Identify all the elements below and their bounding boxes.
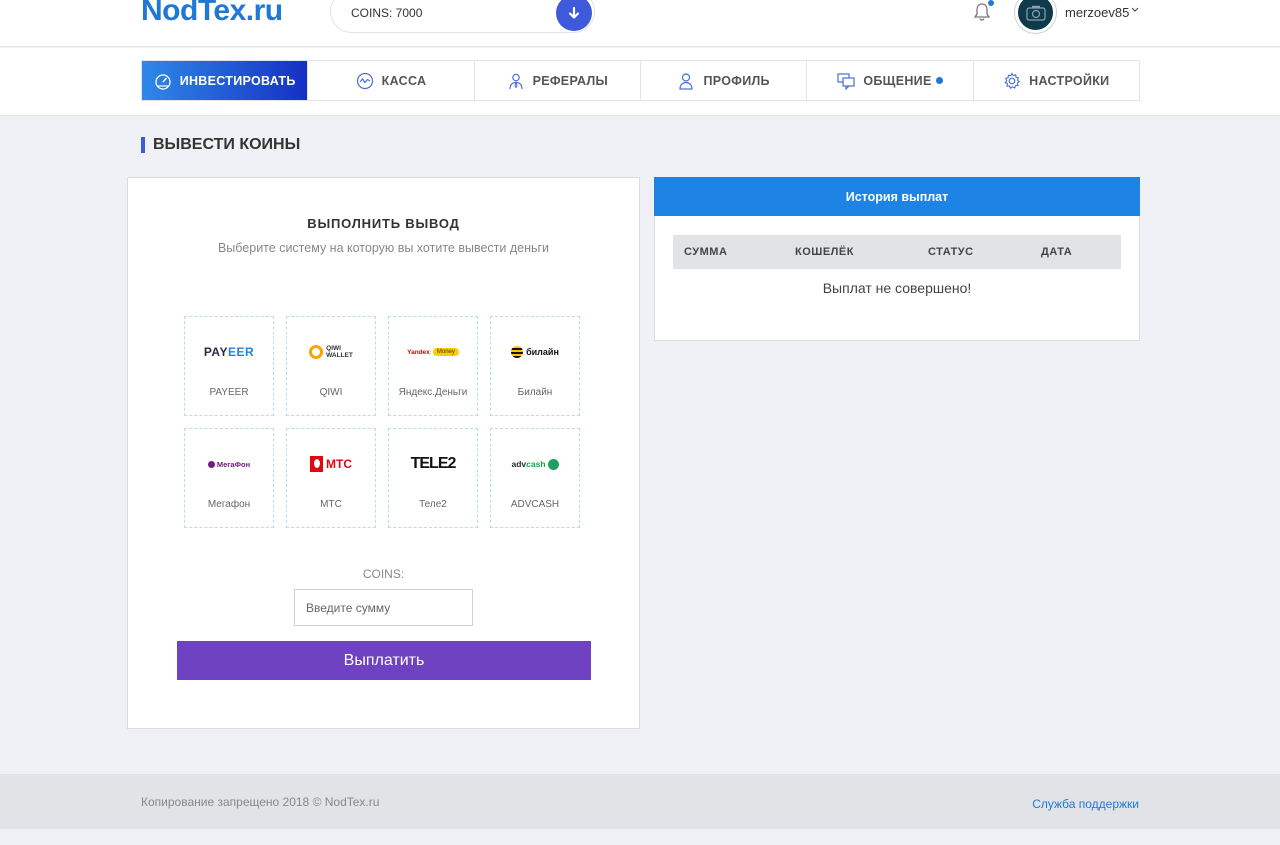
- chevron-down-icon[interactable]: [1131, 7, 1139, 13]
- payment-option-label: МТС: [320, 499, 342, 510]
- nav-item-label: КАССА: [381, 73, 427, 88]
- mts-logo: МТС: [287, 451, 375, 477]
- payment-option-payeer[interactable]: PAYEER PAYEER: [184, 316, 274, 416]
- avatar[interactable]: [1015, 0, 1056, 33]
- nav-item-invest[interactable]: ИНВЕСТИРОВАТЬ: [142, 61, 309, 100]
- column-header-date: ДАТА: [1041, 246, 1073, 258]
- history-title: История выплат: [654, 177, 1140, 216]
- site-logo[interactable]: NodTex.ru: [141, 0, 283, 28]
- column-header-amount: СУММА: [684, 246, 728, 258]
- payment-option-label: Мегафон: [207, 499, 251, 510]
- payment-option-advcash[interactable]: advcash ADVCASH: [490, 428, 580, 528]
- payment-option-label: Яндекс.Деньги: [398, 387, 468, 398]
- coins-balance: COINS: 7000: [330, 0, 595, 33]
- nav-item-label: РЕФЕРАЛЫ: [532, 73, 609, 88]
- arrow-down-icon: [568, 6, 580, 19]
- nav-item-profile[interactable]: ПРОФИЛЬ: [641, 61, 808, 100]
- main-nav: ИНВЕСТИРОВАТЬ КАССА РЕФЕРАЛЫ ПРОФИЛЬ ОБЩ…: [141, 60, 1140, 101]
- withdraw-subtitle: Выберите систему на которую вы хотите вы…: [217, 241, 550, 255]
- payment-option-mts[interactable]: МТС МТС: [286, 428, 376, 528]
- coins-balance-text: COINS: 7000: [351, 6, 423, 20]
- copyright-text: Копирование запрещено 2018 © NodTex.ru: [141, 795, 380, 809]
- user-tie-icon: [508, 73, 523, 89]
- page-title: ВЫВЕСТИ КОИНЫ: [141, 137, 300, 153]
- nav-item-settings[interactable]: НАСТРОЙКИ: [974, 61, 1139, 100]
- withdraw-card: ВЫПОЛНИТЬ ВЫВОД Выберите систему на кото…: [127, 177, 640, 729]
- nav-item-label: ИНВЕСТИРОВАТЬ: [179, 73, 296, 88]
- qiwi-logo: QIWI WALLET: [287, 339, 375, 365]
- history-table-header: СУММА КОШЕЛЁК СТАТУС ДАТА: [673, 235, 1121, 269]
- nav-item-kassa[interactable]: КАССА: [308, 61, 475, 100]
- deposit-button[interactable]: [556, 0, 592, 31]
- payment-systems-grid: PAYEER PAYEER QIWI WALLET QIWI Yandex Mon…: [184, 316, 582, 528]
- tele2-logo: TELE2: [410, 455, 457, 472]
- history-empty-message: Выплат не совершено!: [822, 280, 972, 296]
- yandex-money-logo: Yandex Money: [389, 339, 477, 365]
- payment-option-qiwi[interactable]: QIWI WALLET QIWI: [286, 316, 376, 416]
- user-icon: [679, 72, 694, 90]
- payout-history-card: История выплат СУММА КОШЕЛЁК СТАТУС ДАТА…: [654, 177, 1140, 341]
- submit-withdraw-button[interactable]: Выплатить: [177, 641, 591, 680]
- payment-option-label: Билайн: [517, 387, 553, 398]
- nav-item-chat[interactable]: ОБЩЕНИЕ: [807, 61, 974, 100]
- column-header-wallet: КОШЕЛЁК: [795, 246, 854, 258]
- chat-icon: [837, 72, 855, 90]
- megafon-logo: МегаФон: [185, 451, 273, 477]
- payment-option-label: Теле2: [419, 499, 447, 510]
- payment-option-megafon[interactable]: МегаФон Мегафон: [184, 428, 274, 528]
- payment-option-yandex[interactable]: Yandex Money Яндекс.Деньги: [388, 316, 478, 416]
- gear-icon: [1004, 71, 1021, 89]
- footer: Копирование запрещено 2018 © NodTex.ru С…: [0, 774, 1280, 829]
- chart-wave-icon: [356, 72, 373, 89]
- advcash-logo: advcash: [491, 451, 579, 477]
- payment-option-label: QIWI: [319, 387, 343, 398]
- speedometer-icon: [155, 73, 171, 90]
- nav-item-referrals[interactable]: РЕФЕРАЛЫ: [475, 61, 641, 100]
- payment-option-tele2[interactable]: TELE2 Теле2: [388, 428, 478, 528]
- main-nav-bar: ИНВЕСТИРОВАТЬ КАССА РЕФЕРАЛЫ ПРОФИЛЬ ОБЩ…: [0, 48, 1280, 116]
- chat-unread-dot: [935, 77, 943, 84]
- payment-option-label: PAYEER: [209, 387, 249, 398]
- camera-icon: [1025, 5, 1046, 21]
- coins-field-label: COINS:: [362, 567, 405, 581]
- withdraw-title: ВЫПОЛНИТЬ ВЫВОД: [307, 216, 460, 231]
- username[interactable]: merzoev85: [1065, 5, 1129, 20]
- amount-input[interactable]: [294, 589, 473, 626]
- payment-option-beeline[interactable]: билайн Билайн: [490, 316, 580, 416]
- support-link[interactable]: Служба поддержки: [1032, 797, 1139, 811]
- nav-item-label: ОБЩЕНИЕ: [863, 73, 932, 88]
- payment-option-label: ADVCASH: [510, 499, 560, 510]
- nav-item-label: НАСТРОЙКИ: [1029, 73, 1110, 88]
- top-header: NodTex.ru COINS: 7000 merzoev85: [0, 0, 1280, 47]
- beeline-logo: билайн: [491, 339, 579, 365]
- notification-dot: [988, 0, 994, 6]
- column-header-status: СТАТУС: [928, 246, 974, 258]
- nav-item-label: ПРОФИЛЬ: [703, 73, 770, 88]
- payeer-logo: PAYEER: [203, 345, 255, 359]
